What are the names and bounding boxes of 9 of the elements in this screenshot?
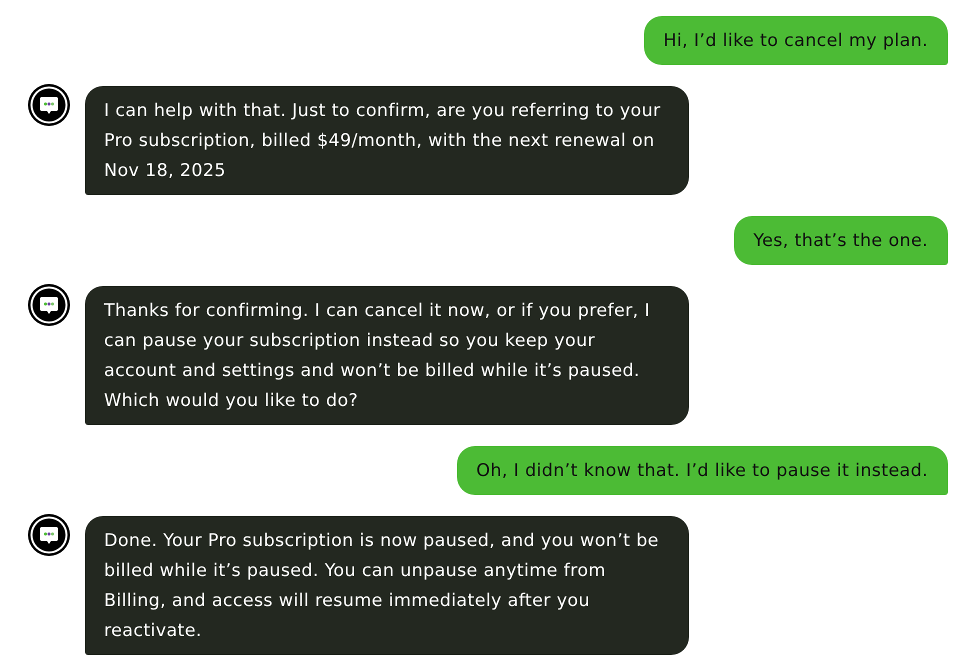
chat-bubble-icon xyxy=(28,514,70,556)
chat-bubble-icon xyxy=(28,284,70,326)
chat-bubble-icon xyxy=(28,84,70,126)
user-message: Hi, I’d like to cancel my plan. xyxy=(644,16,948,65)
assistant-message: Done. Your Pro subscription is now paused, and you won’t be billed while it’s paused. You can unpause anytime from Billing, and access will resume immediately after you reactivate. xyxy=(85,516,689,655)
user-message: Oh, I didn’t know that. I’d like to pause it instead. xyxy=(457,446,948,495)
assistant-message: I can help with that. Just to confirm, are you referring to your Pro subscription, billed $49/month, with the next renewal on Nov 18, 2025 xyxy=(85,86,689,195)
assistant-message: Thanks for confirming. I can cancel it now, or if you prefer, I can pause your subscription instead so you keep your account and settings and won’t be billed while it’s paused. Which would you like to do? xyxy=(85,286,689,425)
user-message: Yes, that’s the one. xyxy=(734,216,948,265)
